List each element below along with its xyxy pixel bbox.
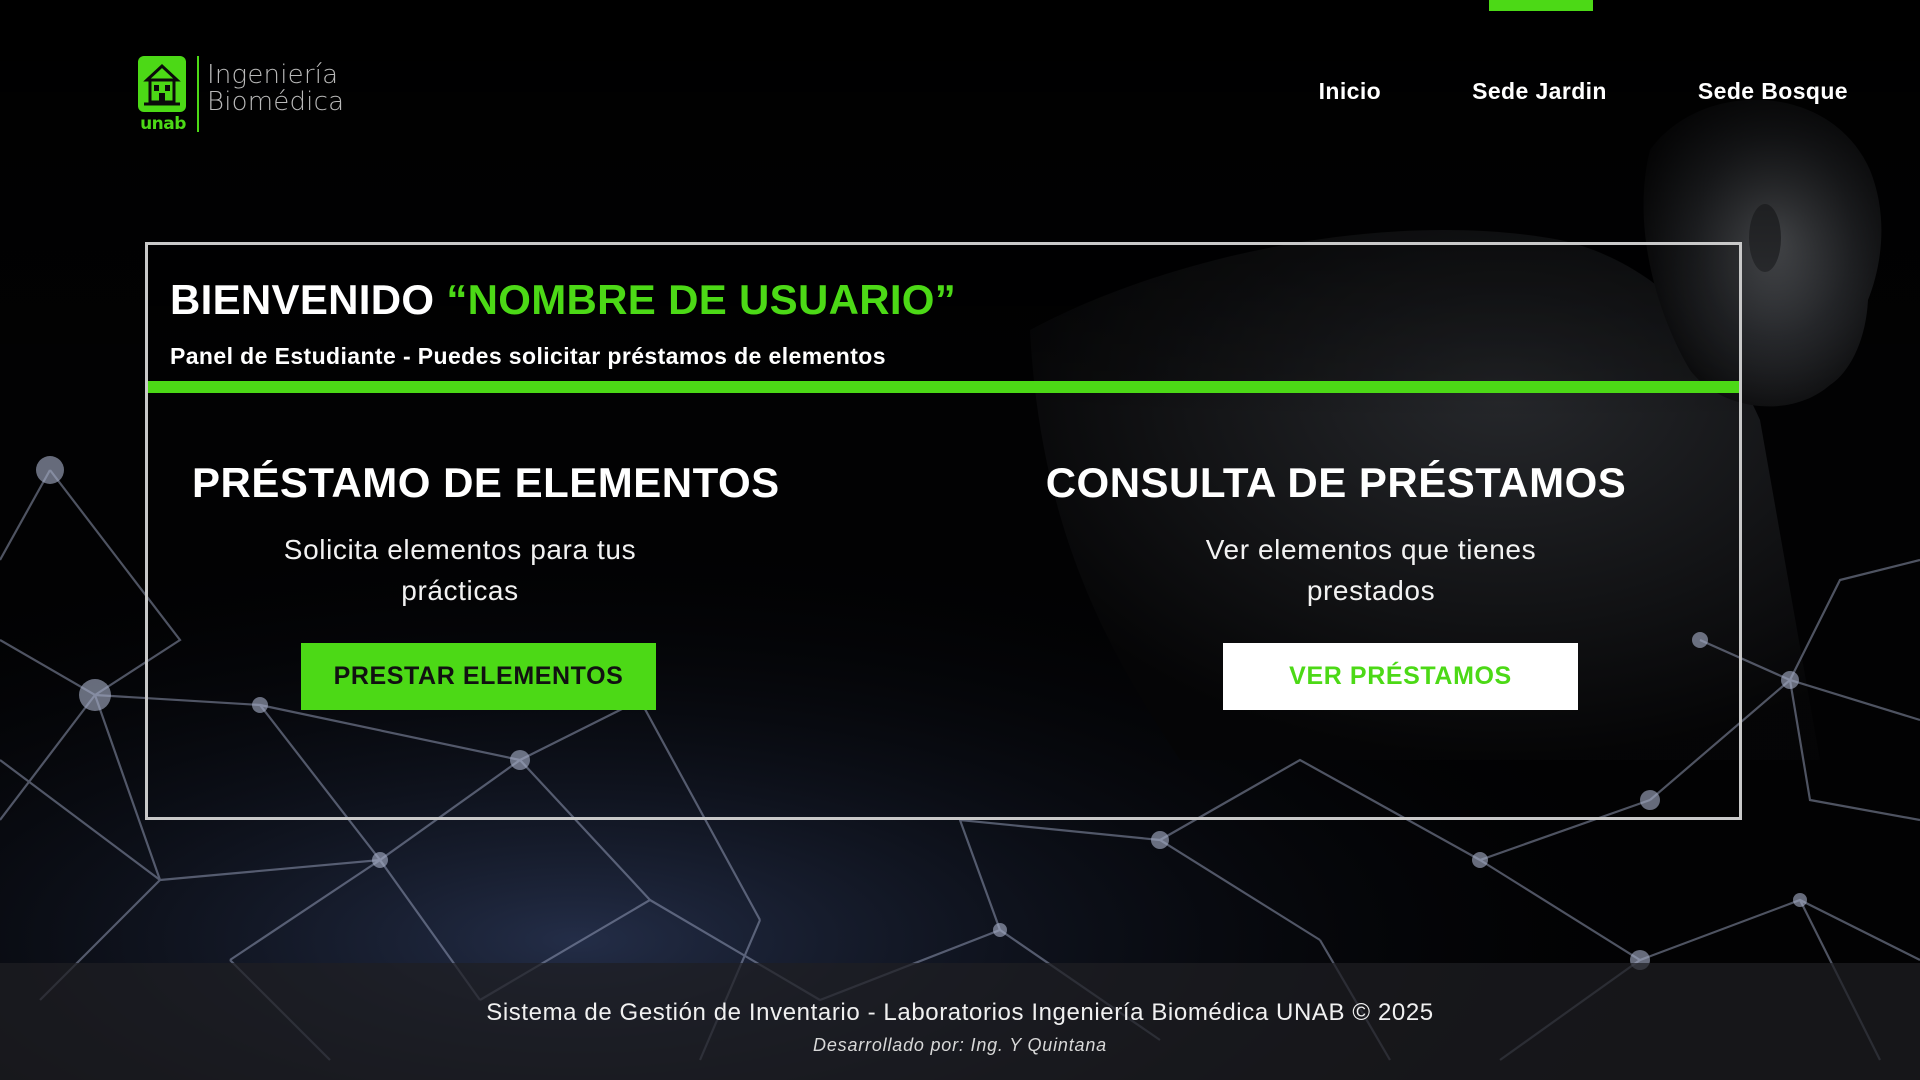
unab-logo[interactable]: unab Ingeniería Biomédica — [138, 56, 368, 134]
logo-line-2: Biomédica — [207, 87, 345, 117]
logo-divider — [197, 56, 199, 132]
ver-prestamos-button[interactable]: VER PRÉSTAMOS — [1223, 643, 1578, 710]
user-name: “NOMBRE DE USUARIO” — [446, 276, 957, 323]
logo-line-1: Ingeniería — [207, 60, 339, 90]
building-icon: unab — [138, 56, 188, 134]
page-footer: Sistema de Gestión de Inventario - Labor… — [0, 963, 1920, 1080]
nav-sede-jardin[interactable]: Sede Jardin — [1472, 78, 1607, 105]
loan-card-description: Solicita elementos para tus prácticas — [283, 534, 637, 606]
panel-body: PRÉSTAMO DE ELEMENTOS Solicita elementos… — [148, 393, 1739, 817]
top-header: unab Ingeniería Biomédica Inicio Sede Ja… — [0, 0, 1920, 140]
welcome-prefix: BIENVENIDO — [170, 276, 435, 323]
footer-copyright: Sistema de Gestión de Inventario - Labor… — [486, 999, 1434, 1026]
loan-card: PRÉSTAMO DE ELEMENTOS Solicita elementos… — [192, 459, 780, 611]
query-card-description: Ver elementos que tienes prestados — [1205, 534, 1537, 606]
prestar-elementos-button[interactable]: PRESTAR ELEMENTOS — [301, 643, 656, 710]
loan-card-title: PRÉSTAMO DE ELEMENTOS — [192, 459, 780, 506]
query-card: CONSULTA DE PRÉSTAMOS Ver elementos que … — [1036, 459, 1636, 611]
panel-subtitle: Panel de Estudiante - Puedes solicitar p… — [170, 343, 886, 369]
welcome-title: BIENVENIDO “NOMBRE DE USUARIO” — [170, 275, 1739, 325]
nav-sede-bosque[interactable]: Sede Bosque — [1698, 78, 1848, 105]
main-nav: Inicio Sede Jardin Sede Bosque — [1319, 78, 1848, 105]
query-card-title: CONSULTA DE PRÉSTAMOS — [1045, 459, 1627, 506]
welcome-header: BIENVENIDO “NOMBRE DE USUARIO” Panel de … — [148, 245, 1739, 393]
active-nav-indicator — [1489, 0, 1593, 11]
logo-text: Ingeniería Biomédica — [207, 56, 344, 116]
nav-inicio[interactable]: Inicio — [1319, 78, 1381, 105]
footer-credit: Desarrollado por: Ing. Y Quintana — [813, 1035, 1107, 1055]
logo-wordmark: unab — [140, 114, 186, 134]
page: unab Ingeniería Biomédica Inicio Sede Ja… — [0, 0, 1920, 1080]
student-panel: BIENVENIDO “NOMBRE DE USUARIO” Panel de … — [145, 242, 1742, 820]
